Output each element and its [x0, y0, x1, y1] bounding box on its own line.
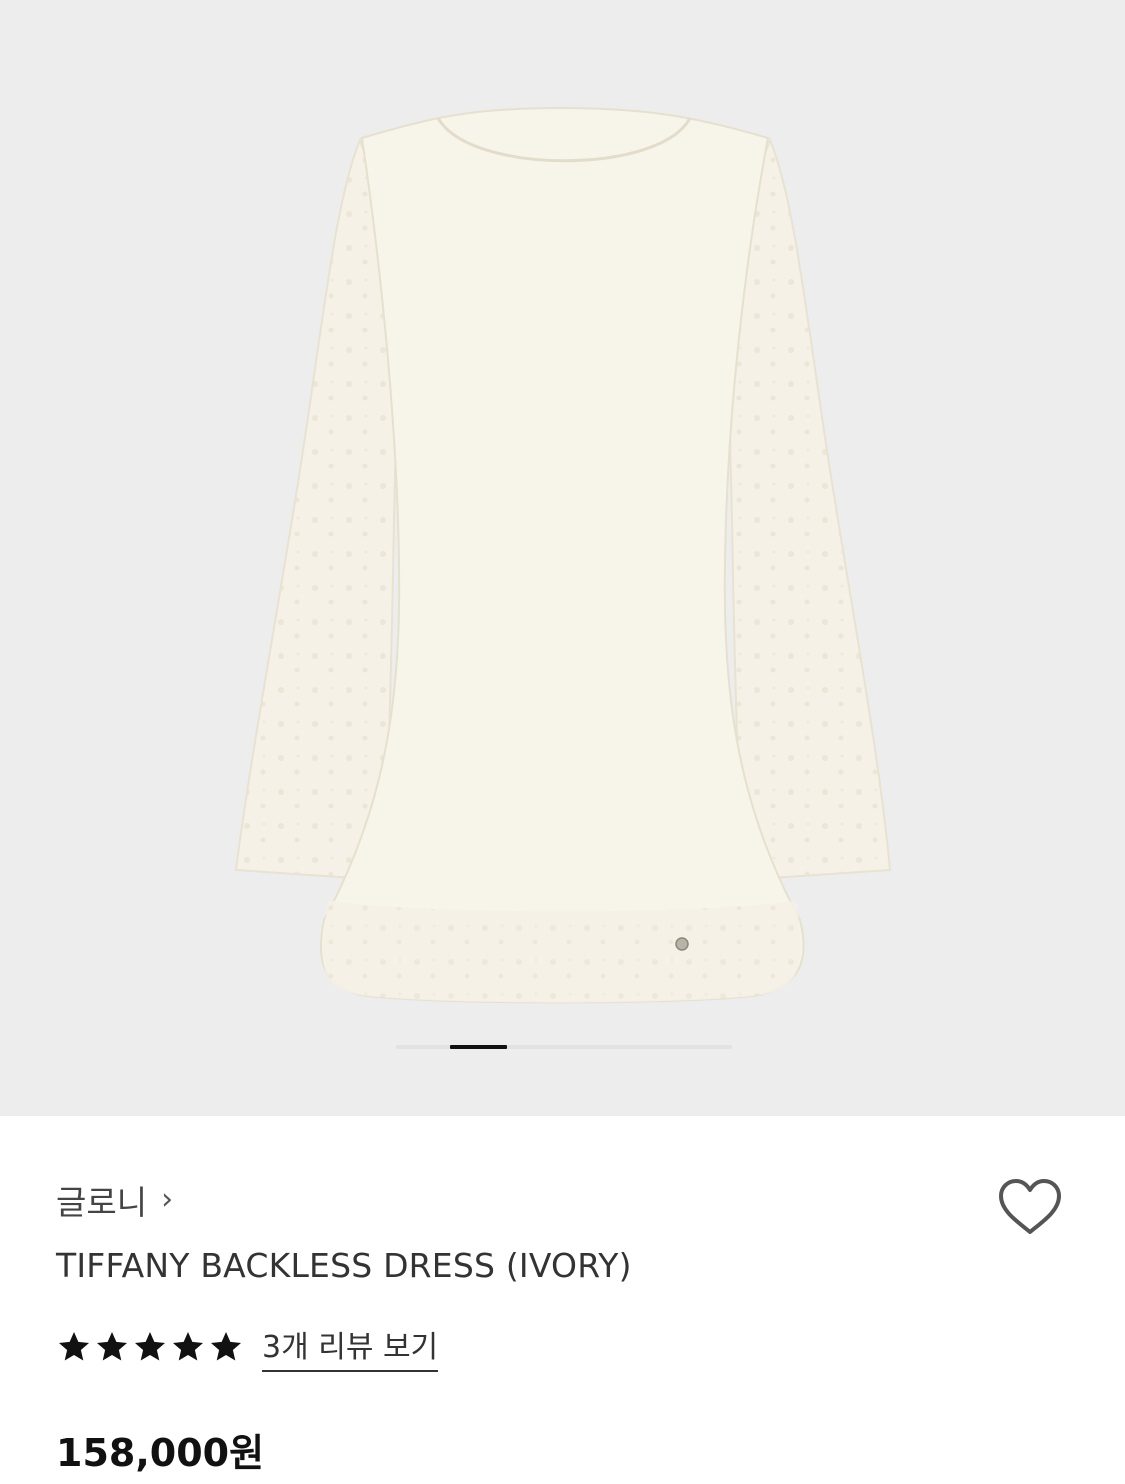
carousel-progress-indicator	[450, 1045, 507, 1049]
product-title: TIFFANY BACKLESS DRESS (IVORY)	[56, 1246, 632, 1285]
product-image-ivory-dress	[234, 106, 892, 1004]
brand-link[interactable]: 글로니 ›	[56, 1176, 173, 1224]
product-info: 글로니 › TIFFANY BACKLESS DRESS (IVORY) 3개 …	[0, 1116, 1125, 1484]
rating-row: 3개 리뷰 보기	[56, 1322, 439, 1372]
rating-stars	[56, 1329, 244, 1365]
view-reviews-link[interactable]: 3개 리뷰 보기	[262, 1322, 439, 1372]
chevron-right-icon: ›	[161, 1181, 174, 1217]
brand-name: 글로니	[56, 1183, 148, 1222]
star-filled-icon	[59, 1332, 89, 1361]
product-price: 158,000원	[56, 1431, 265, 1475]
star-filled-icon	[97, 1332, 127, 1361]
carousel-progress-track	[396, 1045, 732, 1049]
heart-outline-icon[interactable]	[996, 1176, 1064, 1238]
product-image-carousel[interactable]	[0, 0, 1125, 1116]
star-filled-icon	[211, 1332, 241, 1361]
star-filled-icon	[135, 1332, 165, 1361]
star-filled-icon	[173, 1332, 203, 1361]
